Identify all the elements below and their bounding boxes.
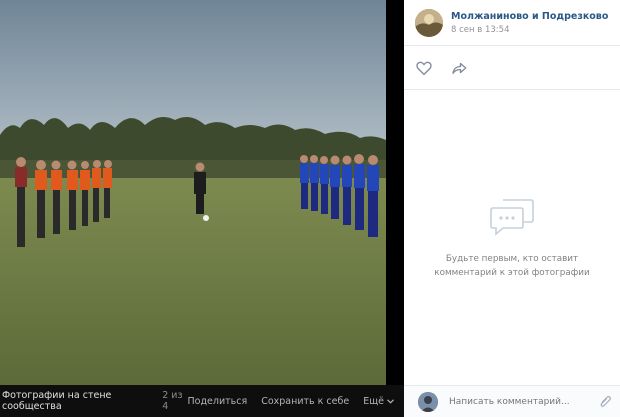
user-avatar[interactable] (418, 391, 438, 412)
comments-icon (490, 199, 534, 236)
post-author: Молжаниново и Подрезково 8 сен в 13:54 (451, 11, 608, 35)
post-actions (404, 46, 620, 90)
more-label: Ещё (363, 395, 384, 407)
share-arrow-icon[interactable] (450, 59, 468, 77)
share-link[interactable]: Поделиться (188, 396, 248, 407)
post-date[interactable]: 8 сен в 13:54 (451, 25, 608, 35)
author-name[interactable]: Молжаниново и Подрезково (451, 11, 608, 22)
avatar-image (415, 8, 443, 37)
comment-composer (404, 385, 620, 417)
attach-icon[interactable] (598, 395, 612, 409)
more-menu[interactable]: Ещё (363, 396, 394, 407)
photo-counter: 2 из 4 (162, 390, 183, 412)
post-header: Молжаниново и Подрезково 8 сен в 13:54 (404, 0, 620, 46)
save-link[interactable]: Сохранить к себе (261, 396, 349, 407)
chevron-down-icon (387, 398, 394, 404)
comments-empty-state: Будьте первым, кто оставит комментарий к… (404, 90, 620, 386)
post-panel: Молжаниново и Подрезково 8 сен в 13:54 Б… (404, 0, 620, 417)
photo-footer: Фотографии на стене сообщества 2 из 4 По… (0, 385, 404, 417)
community-avatar[interactable] (415, 8, 443, 37)
user-avatar-image (418, 391, 438, 412)
photo-image[interactable] (0, 0, 386, 385)
comments-empty-text: Будьте первым, кто оставит комментарий к… (434, 254, 590, 278)
album-title[interactable]: Фотографии на стене сообщества (2, 390, 150, 412)
football-teams-photo (0, 0, 386, 385)
photo-viewer: Фотографии на стене сообщества 2 из 4 По… (0, 0, 404, 417)
photo-actions: Поделиться Сохранить к себе Ещё (188, 396, 394, 407)
heart-icon[interactable] (415, 59, 433, 77)
viewer-divider (386, 0, 404, 417)
comment-input[interactable] (449, 396, 579, 407)
